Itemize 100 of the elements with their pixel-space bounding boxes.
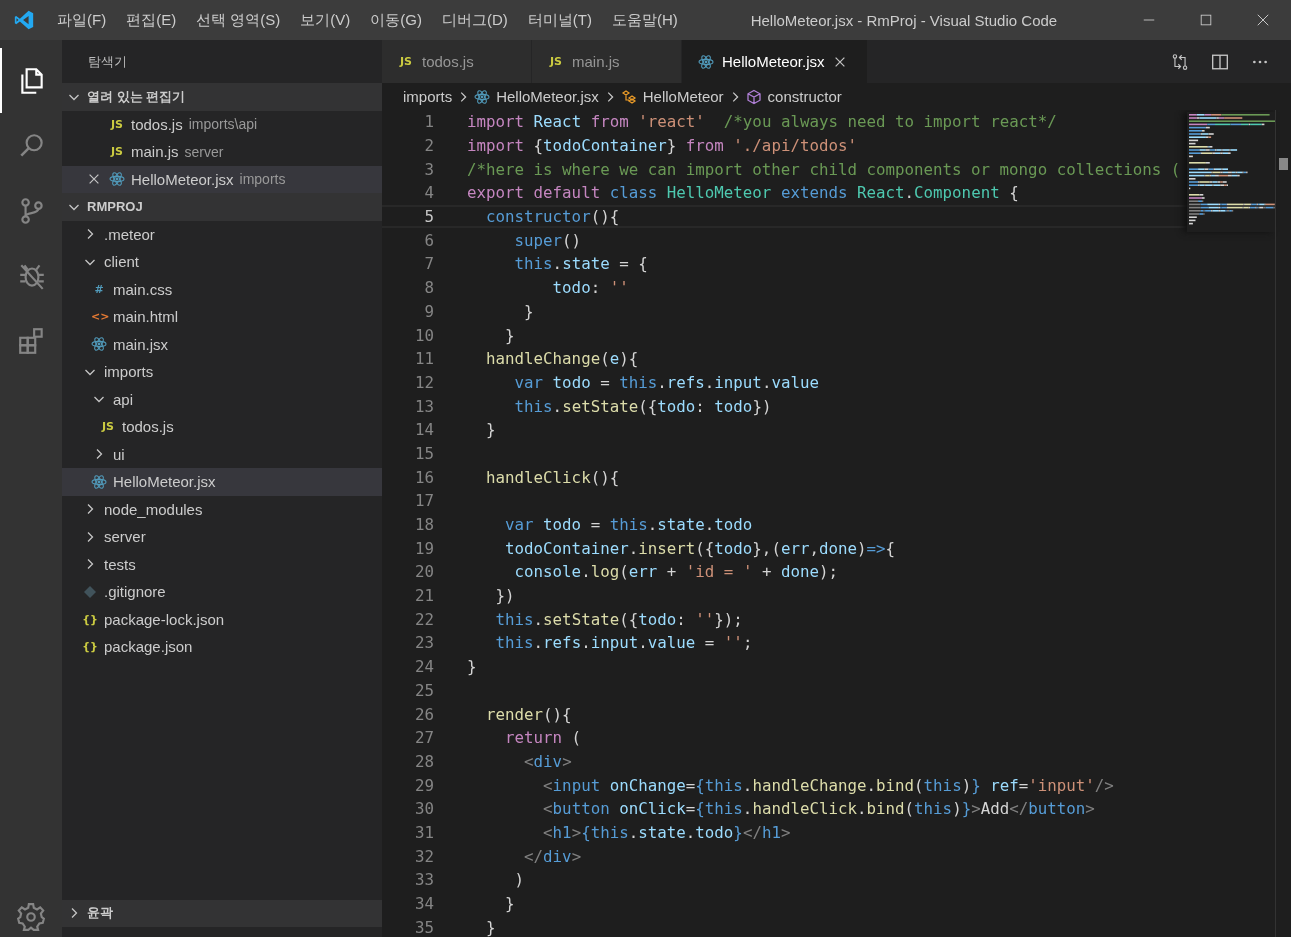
- breadcrumb-item[interactable]: HelloMeteor.jsx: [472, 88, 601, 105]
- menu-item[interactable]: 보기(V): [290, 6, 361, 34]
- line-number: 9: [423, 301, 434, 321]
- menu-item[interactable]: 파일(F): [47, 6, 117, 34]
- item-description: server: [184, 143, 224, 160]
- line-number: 12: [413, 372, 434, 392]
- menu-item[interactable]: 편집(E): [116, 6, 187, 34]
- editor-tab[interactable]: JS main.js: [532, 40, 682, 83]
- open-editor-item[interactable]: JS main.js server: [62, 138, 382, 166]
- tree-item[interactable]: imports: [62, 358, 382, 386]
- line-number: 8: [423, 278, 434, 298]
- code-line: <h1>{this.state.todo}</h1>: [542, 822, 791, 842]
- line-number: 21: [413, 586, 434, 606]
- js-file-icon: JS: [109, 117, 125, 131]
- tree-item[interactable]: client: [62, 248, 382, 276]
- scrollbar[interactable]: [1275, 110, 1291, 937]
- line-number: 33: [413, 870, 434, 890]
- class-icon: [620, 88, 637, 105]
- line-number: 23: [413, 633, 434, 653]
- cube-icon: [745, 88, 762, 105]
- line-number: 20: [413, 562, 434, 582]
- window-title: HelloMeteor.jsx - RmProj - Visual Studio Code: [750, 11, 1058, 29]
- line-number: 1: [423, 112, 434, 132]
- tree-item[interactable]: server: [62, 523, 382, 551]
- section-header[interactable]: RMPROJ: [62, 193, 382, 221]
- line-number: 27: [413, 728, 434, 748]
- html-file-icon: <>: [91, 310, 107, 324]
- tree-item[interactable]: <> main.html: [62, 303, 382, 331]
- code-line: }: [504, 894, 515, 914]
- section-header[interactable]: 윤곽: [62, 899, 382, 927]
- code-line: todoContainer.insert({todo},(err,done)=>{: [504, 538, 896, 558]
- close-icon: [1255, 13, 1270, 27]
- menu-item[interactable]: 선택 영역(S): [186, 6, 291, 34]
- tree-item[interactable]: tests: [62, 550, 382, 578]
- editor-tab[interactable]: JS todos.js: [382, 40, 532, 83]
- code-line: <input onChange={this.handleChange.bind(this)} ref='input'/>: [542, 775, 1114, 795]
- tree-item[interactable]: HelloMeteor.jsx: [62, 468, 382, 496]
- split-editor-icon[interactable]: [1211, 52, 1229, 71]
- line-number: 13: [413, 396, 434, 416]
- code-line: this.state = {: [513, 254, 648, 274]
- tree-item[interactable]: .gitignore: [62, 578, 382, 606]
- editor-tab[interactable]: HelloMeteor.jsx: [682, 40, 868, 83]
- diamond-icon: [82, 583, 98, 600]
- code-line: this.setState({todo: ''});: [494, 609, 743, 629]
- line-number: 6: [423, 230, 434, 250]
- line-number: 3: [423, 159, 434, 179]
- breadcrumb-item[interactable]: constructor: [743, 88, 844, 105]
- code-line: render(){: [485, 704, 572, 724]
- code-line: handleClick(){: [485, 467, 620, 487]
- code-line: return (: [504, 728, 582, 748]
- line-number: 34: [413, 894, 434, 914]
- js-file-icon: JS: [548, 55, 564, 68]
- code-line: }: [467, 657, 477, 677]
- code-line: this.setState({todo: todo}): [513, 396, 772, 416]
- line-number: 30: [413, 799, 434, 819]
- line-number: 4: [423, 183, 434, 203]
- line-number: 22: [413, 609, 434, 629]
- line-number: 17: [413, 491, 434, 511]
- tree-item[interactable]: {} package.json: [62, 633, 382, 661]
- tree-item[interactable]: ui: [62, 440, 382, 468]
- json-file-icon: {}: [82, 612, 98, 626]
- code-line: import React from 'react' /*you always need to import react*/: [467, 112, 1057, 132]
- line-number: 14: [413, 420, 434, 440]
- menu-item[interactable]: 이동(G): [360, 6, 432, 34]
- code-line: <div>: [523, 751, 572, 771]
- code-line: constructor(){: [485, 207, 620, 227]
- code-line: todo: '': [551, 278, 629, 298]
- line-number: 31: [413, 822, 434, 842]
- code-line: export default class HelloMeteor extends React.Component {: [467, 183, 1019, 203]
- open-editor-item[interactable]: JS todos.js imports\api: [62, 110, 382, 138]
- settings-icon[interactable]: [16, 902, 46, 932]
- breadcrumb-item[interactable]: imports: [401, 88, 455, 105]
- js-file-icon: JS: [109, 145, 125, 159]
- compare-icon[interactable]: [1171, 52, 1189, 71]
- tree-item[interactable]: api: [62, 385, 382, 413]
- atom-icon: [474, 88, 491, 105]
- tree-item[interactable]: main.jsx: [62, 330, 382, 358]
- tree-item[interactable]: .meteor: [62, 220, 382, 248]
- section-header[interactable]: 열려 있는 편집기: [62, 83, 382, 111]
- code-line: this.refs.input.value = '';: [494, 633, 753, 653]
- line-number: 29: [413, 775, 434, 795]
- open-editor-item[interactable]: HelloMeteor.jsx imports: [62, 165, 382, 193]
- menu-item[interactable]: 디버그(D): [432, 6, 518, 34]
- atom-icon: [91, 336, 107, 353]
- css-file-icon: #: [91, 282, 107, 296]
- line-number: 26: [413, 704, 434, 724]
- line-number: 25: [413, 680, 434, 700]
- line-number: 15: [413, 443, 434, 463]
- code-line: <button onClick={this.handleClick.bind(this)}>Add</button>: [542, 799, 1095, 819]
- menu-item[interactable]: 도움말(H): [602, 6, 688, 34]
- tree-item[interactable]: node_modules: [62, 495, 382, 523]
- tree-item[interactable]: # main.css: [62, 275, 382, 303]
- tree-item[interactable]: JS todos.js: [62, 413, 382, 441]
- atom-icon: [91, 473, 107, 490]
- breadcrumb-item[interactable]: HelloMeteor: [618, 88, 726, 105]
- maximize-icon: [1198, 13, 1213, 27]
- tree-item[interactable]: {} package-lock.json: [62, 605, 382, 633]
- menu-item[interactable]: 터미널(T): [517, 6, 602, 34]
- code-line: }: [523, 301, 534, 321]
- code-line: </div>: [523, 846, 582, 866]
